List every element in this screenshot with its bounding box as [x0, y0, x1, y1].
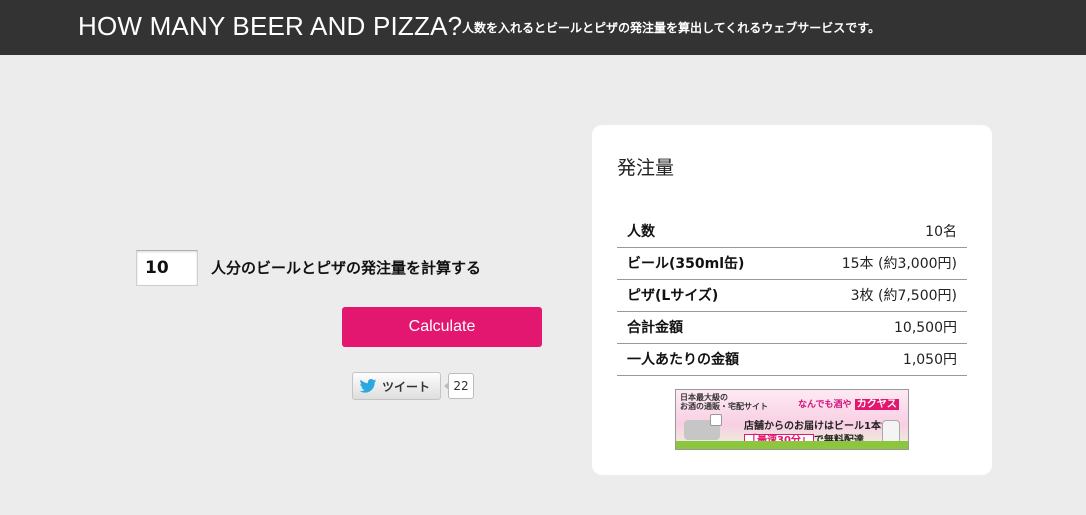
row-value: 10,500円 [894, 320, 957, 336]
tweet-button[interactable]: ツイート [352, 372, 441, 400]
result-panel: 発注量 人数 10名 ビール(350ml缶) 15本 (約3,000円) ピザ(… [592, 125, 992, 475]
row-label: ピザ(Lサイズ) [627, 288, 719, 304]
row-value: 3枚 (約7,500円) [850, 288, 957, 304]
ad-tagline-line1: 日本最大級の [680, 393, 728, 402]
row-label: ビール(350ml缶) [627, 256, 745, 272]
table-row: ビール(350ml缶) 15本 (約3,000円) [617, 247, 967, 279]
site-subtitle: 人数を入れるとビールとピザの発注量を算出してくれるウェブサービスです。 [462, 21, 881, 35]
table-row: 人数 10名 [617, 215, 967, 247]
site-header: HOW MANY BEER AND PIZZA? 人数を入れるとビールとピザの発… [0, 0, 1086, 55]
ad-tagline-line2: お酒の通販・宅配サイト [680, 402, 768, 411]
tweet-label: ツイート [382, 379, 431, 394]
ad-brand: なんでも酒や カクヤス [798, 395, 899, 410]
row-value: 10名 [925, 223, 957, 240]
row-label: 人数 [627, 223, 655, 240]
result-table: 人数 10名 ビール(350ml缶) 15本 (約3,000円) ピザ(Lサイズ… [617, 215, 967, 376]
ad-brand-prefix: なんでも酒や [798, 400, 852, 410]
row-label: 一人あたりの金額 [627, 352, 739, 368]
table-row: ピザ(Lサイズ) 3枚 (約7,500円) [617, 279, 967, 311]
ad-banner[interactable]: 日本最大級の お酒の通販・宅配サイト なんでも酒や カクヤス 店舗からのお届けは… [675, 389, 909, 450]
ad-grass-decoration [676, 441, 908, 449]
people-count-input[interactable] [136, 250, 198, 286]
twitter-bird-icon [359, 379, 377, 393]
ad-copy-line1: 店舗からのお届けはビール1本から [744, 421, 901, 432]
row-value: 1,050円 [902, 352, 957, 368]
ad-brand-name: カクヤス [854, 399, 899, 410]
panel-title: 発注量 [617, 157, 675, 179]
table-row: 一人あたりの金額 1,050円 [617, 343, 967, 375]
calculate-button[interactable]: Calculate [342, 307, 542, 347]
ad-tagline: 日本最大級の お酒の通販・宅配サイト [680, 393, 768, 411]
row-label: 合計金額 [627, 320, 683, 336]
site-title: HOW MANY BEER AND PIZZA? [78, 11, 463, 41]
delivery-scooter-icon [684, 414, 722, 440]
table-row: 合計金額 10,500円 [617, 311, 967, 343]
tweet-count[interactable]: 22 [444, 373, 474, 399]
form-label: 人分のビールとピザの発注量を計算する [211, 259, 482, 277]
row-value: 15本 (約3,000円) [841, 256, 957, 272]
